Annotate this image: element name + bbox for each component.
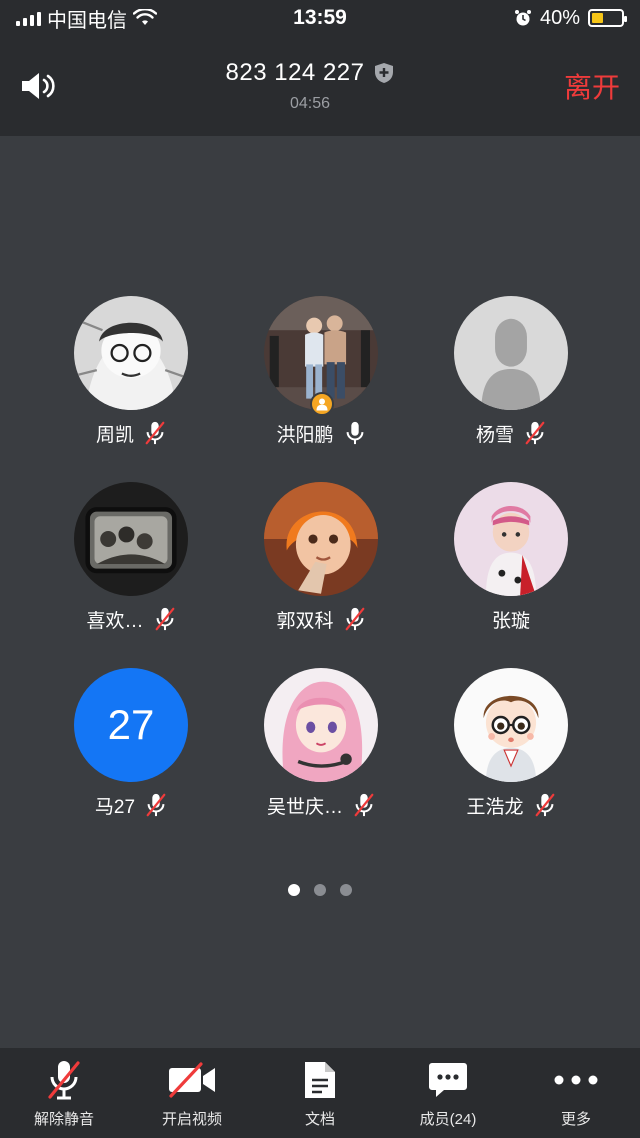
mic-on-icon (346, 421, 363, 445)
alarm-icon (514, 10, 531, 26)
participant-avatar (454, 296, 568, 410)
participant-avatar (264, 668, 378, 782)
wifi-icon (133, 9, 157, 25)
documents-button[interactable]: 文档 (265, 1058, 375, 1129)
chat-members-icon (429, 1062, 467, 1097)
battery-icon (588, 9, 627, 27)
participant-name: 郭双科 (276, 610, 334, 632)
status-bar: 中国电信 13:59 40% (0, 0, 640, 36)
participant-avatar (264, 482, 378, 596)
speaker-button[interactable] (20, 71, 80, 101)
document-icon (305, 1061, 335, 1098)
bottom-toolbar: 解除静音 开启视频 文档 成员(24) 更多 (0, 1048, 640, 1138)
participant-tile[interactable]: 周凯 (36, 296, 226, 446)
participant-tile[interactable]: 吴世庆… (226, 668, 416, 818)
participant-tile[interactable]: 洪阳鹏 (226, 296, 416, 446)
mic-muted-icon (146, 793, 166, 817)
participant-grid: 周凯 洪阳鹏 杨雪喜欢… 郭双科 张璇 27 马27 吴世庆… 王浩龙 (36, 296, 604, 818)
avatar-initials: 27 (107, 701, 155, 748)
meeting-timer: 04:56 (289, 95, 331, 112)
speaker-icon (22, 73, 55, 99)
more-button[interactable]: 更多 (521, 1058, 631, 1129)
mic-muted-icon (345, 607, 364, 631)
mic-muted-icon (145, 421, 165, 445)
participant-tile[interactable]: 喜欢… (36, 482, 226, 632)
participant-avatar (74, 482, 188, 596)
mic-muted-icon (354, 793, 374, 817)
page-dot[interactable] (288, 884, 300, 896)
mic-muted-icon (525, 421, 545, 445)
start-video-button[interactable]: 开启视频 (137, 1058, 247, 1129)
participant-name: 张璇 (491, 610, 530, 632)
participant-avatar (454, 482, 568, 596)
more-dots-icon (554, 1075, 598, 1084)
battery-fill (592, 13, 604, 23)
mic-muted-icon (155, 607, 174, 631)
clock: 13:59 (293, 6, 347, 29)
meeting-header: 823 124 227 04:56 离开 (0, 36, 640, 136)
participant-tile[interactable]: 张璇 (416, 482, 606, 632)
carrier-label: 中国电信 (47, 9, 127, 32)
page-dot[interactable] (340, 884, 352, 896)
participant-tile[interactable]: 27 马27 (36, 668, 226, 818)
mic-muted-icon (535, 793, 554, 817)
participant-tile[interactable]: 杨雪 (416, 296, 606, 446)
meeting-screen: 中国电信 13:59 40% 823 124 227 04:56 离开 周凯 洪… (0, 0, 640, 1138)
participant-name: 喜欢… (86, 610, 144, 632)
participant-avatar: 27 (74, 668, 188, 782)
battery-percent: 40% (539, 6, 580, 29)
mic-off-icon (48, 1060, 80, 1099)
video-off-icon (169, 1061, 215, 1098)
participant-tile[interactable]: 郭双科 (226, 482, 416, 632)
leave-button[interactable]: 离开 (540, 66, 620, 106)
participant-name: 王浩龙 (466, 796, 524, 818)
participant-name: 马27 (94, 796, 136, 818)
members-button[interactable]: 成员(24) (393, 1058, 503, 1129)
host-badge-icon (310, 392, 334, 416)
participant-name: 周凯 (95, 424, 134, 446)
shield-icon (375, 63, 394, 83)
meeting-id: 823 124 227 (225, 59, 365, 86)
unmute-button[interactable]: 解除静音 (9, 1058, 119, 1129)
participant-name: 吴世庆… (266, 796, 343, 818)
participant-name: 洪阳鹏 (276, 424, 334, 446)
participant-avatar (454, 668, 568, 782)
signal-icon (16, 10, 41, 26)
participant-tile[interactable]: 王浩龙 (416, 668, 606, 818)
participant-avatar (74, 296, 188, 410)
participant-name: 杨雪 (475, 424, 514, 446)
page-indicator (0, 884, 640, 896)
page-dot[interactable] (314, 884, 326, 896)
